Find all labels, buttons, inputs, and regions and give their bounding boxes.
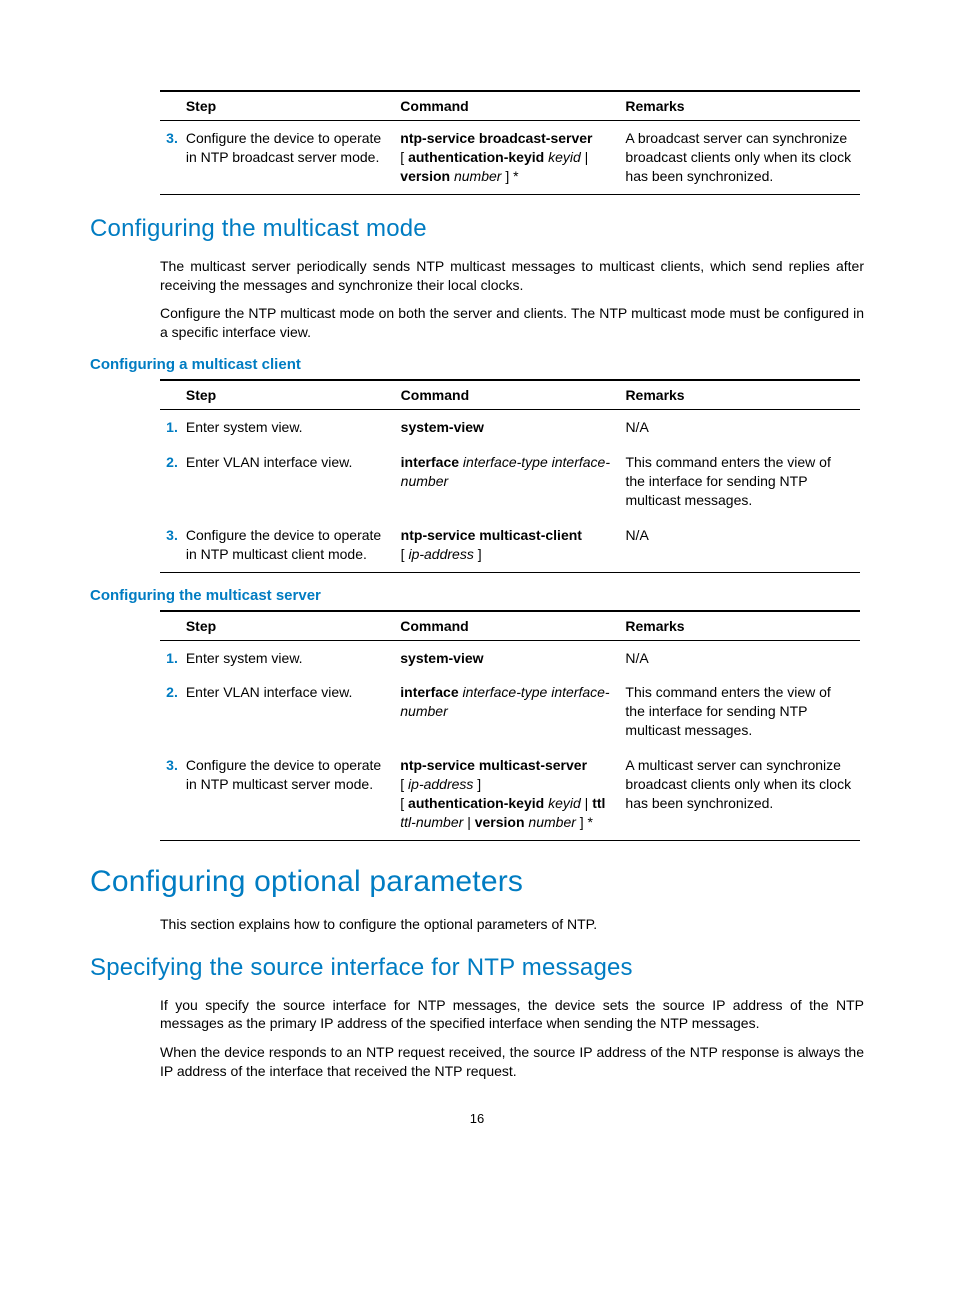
- remarks-text: N/A: [625, 640, 860, 675]
- paragraph: If you specify the source interface for …: [160, 996, 864, 1034]
- table-row: 3. Configure the device to operate in NT…: [160, 121, 860, 195]
- table-row: 3. Configure the device to operate in NT…: [160, 518, 860, 572]
- step-text: Configure the device to operate in NTP b…: [186, 121, 400, 195]
- step-number: 1.: [160, 640, 186, 675]
- heading-multicast-server: Configuring the multicast server: [90, 587, 864, 604]
- step-number: 1.: [160, 410, 186, 445]
- step-text: Enter VLAN interface view.: [186, 675, 400, 748]
- heading-multicast-client: Configuring a multicast client: [90, 356, 864, 373]
- table-row: 1. Enter system view. system-view N/A: [160, 640, 860, 675]
- col-command: Command: [400, 611, 625, 641]
- table-row: 3. Configure the device to operate in NT…: [160, 748, 860, 840]
- heading-optional-params: Configuring optional parameters: [90, 865, 864, 899]
- step-text: Configure the device to operate in NTP m…: [186, 518, 401, 572]
- step-number: 2.: [160, 675, 186, 748]
- step-text: Configure the device to operate in NTP m…: [186, 748, 400, 840]
- step-number: 3.: [160, 748, 186, 840]
- table-row: 2. Enter VLAN interface view. interface …: [160, 675, 860, 748]
- table-multicast-client: Step Command Remarks 1. Enter system vie…: [160, 379, 860, 572]
- remarks-text: A broadcast server can synchronize broad…: [625, 121, 860, 195]
- remarks-text: A multicast server can synchronize broad…: [625, 748, 860, 840]
- command-text: ntp-service broadcast-server [ authentic…: [400, 121, 625, 195]
- table-row: 1. Enter system view. system-view N/A: [160, 410, 860, 445]
- step-number: 3.: [160, 518, 186, 572]
- paragraph: Configure the NTP multicast mode on both…: [160, 304, 864, 342]
- paragraph: When the device responds to an NTP reque…: [160, 1043, 864, 1081]
- heading-source-interface: Specifying the source interface for NTP …: [90, 954, 864, 982]
- col-remarks: Remarks: [625, 380, 860, 410]
- col-remarks: Remarks: [625, 91, 860, 121]
- command-text: interface interface-type interface-numbe…: [400, 675, 625, 748]
- remarks-text: This command enters the view of the inte…: [625, 675, 860, 748]
- col-step: Step: [186, 380, 401, 410]
- col-step: Step: [186, 91, 400, 121]
- col-command: Command: [400, 91, 625, 121]
- command-text: ntp-service multicast-server [ ip-addres…: [400, 748, 625, 840]
- command-text: system-view: [401, 410, 626, 445]
- page-number: 16: [90, 1111, 864, 1126]
- remarks-text: N/A: [625, 518, 860, 572]
- step-number: 2.: [160, 445, 186, 518]
- command-text: interface interface-type interface-numbe…: [401, 445, 626, 518]
- command-text: ntp-service multicast-client [ ip-addres…: [401, 518, 626, 572]
- paragraph: The multicast server periodically sends …: [160, 257, 864, 295]
- col-step: Step: [186, 611, 400, 641]
- col-command: Command: [401, 380, 626, 410]
- step-text: Enter VLAN interface view.: [186, 445, 401, 518]
- step-text: Enter system view.: [186, 410, 401, 445]
- step-number: 3.: [160, 121, 186, 195]
- col-remarks: Remarks: [625, 611, 860, 641]
- page-content: Step Command Remarks 3. Configure the de…: [0, 0, 954, 1176]
- remarks-text: N/A: [625, 410, 860, 445]
- command-text: system-view: [400, 640, 625, 675]
- heading-multicast-mode: Configuring the multicast mode: [90, 215, 864, 243]
- table-row: 2. Enter VLAN interface view. interface …: [160, 445, 860, 518]
- remarks-text: This command enters the view of the inte…: [625, 445, 860, 518]
- table-multicast-server: Step Command Remarks 1. Enter system vie…: [160, 610, 860, 841]
- step-text: Enter system view.: [186, 640, 400, 675]
- paragraph: This section explains how to configure t…: [160, 915, 864, 934]
- table-broadcast-server: Step Command Remarks 3. Configure the de…: [160, 90, 860, 195]
